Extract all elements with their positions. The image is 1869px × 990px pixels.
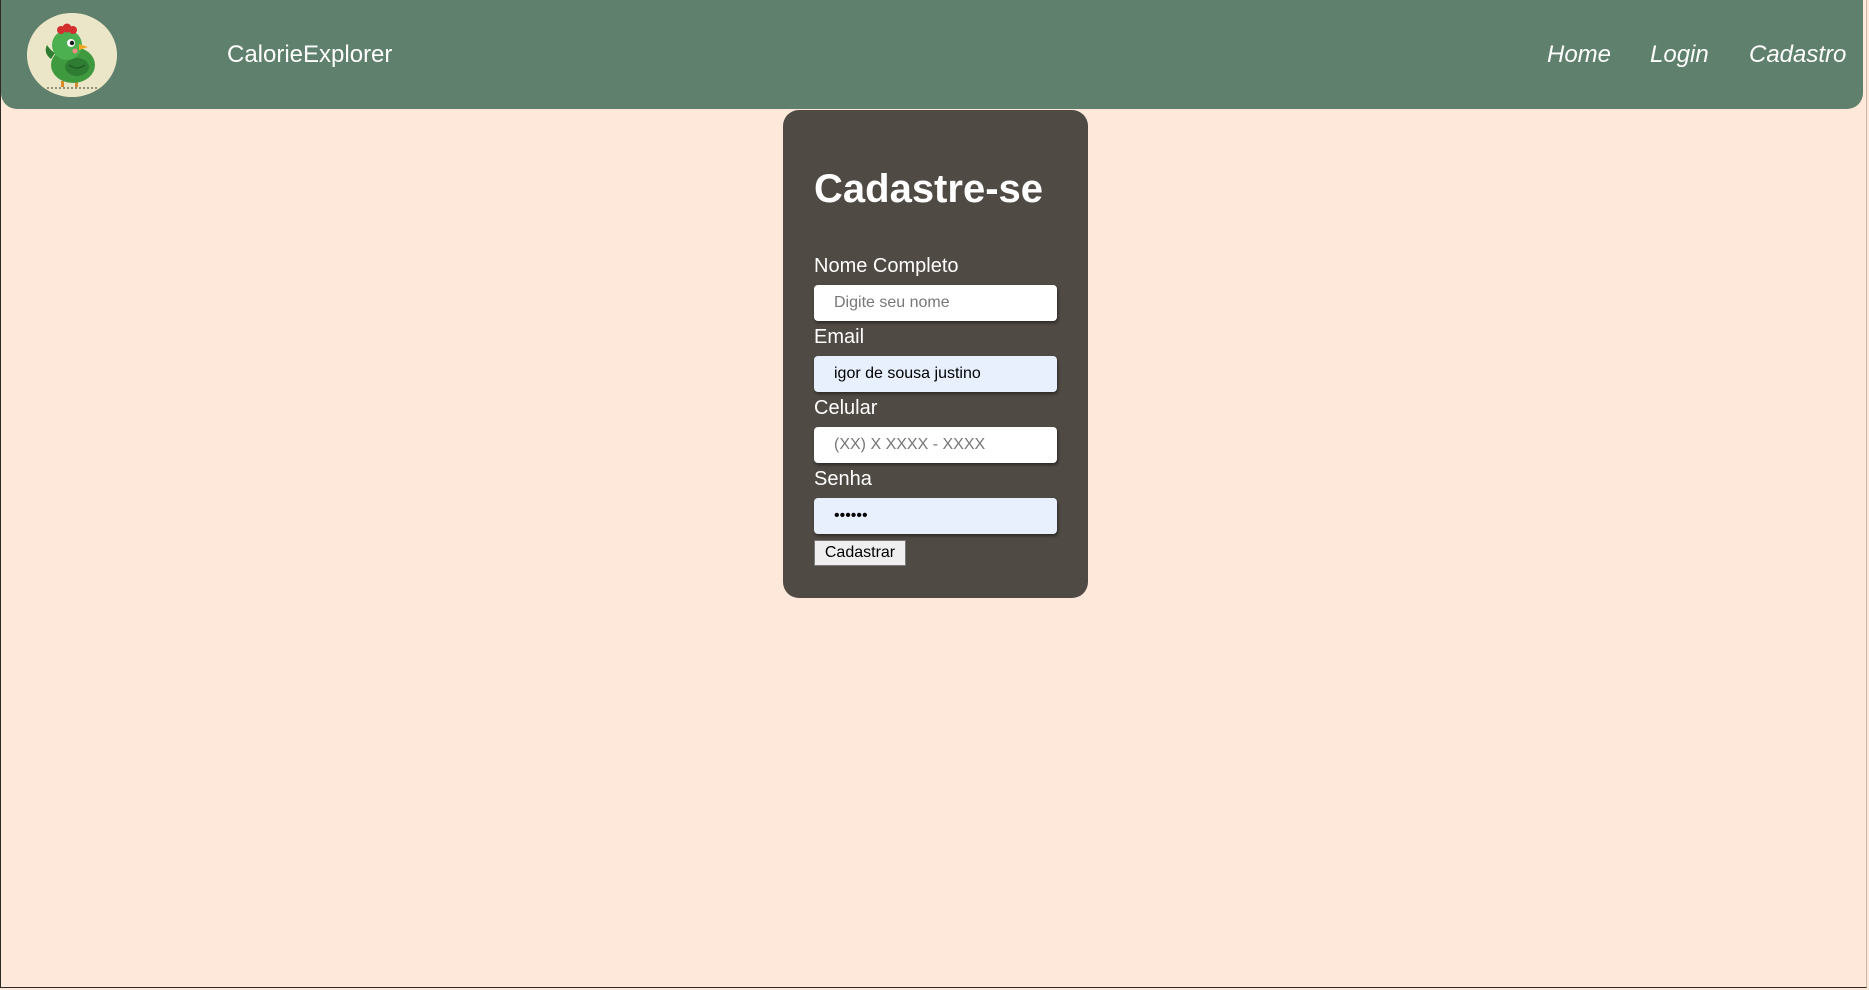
chicken-logo-icon[interactable]	[27, 13, 117, 97]
brand-title: CalorieExplorer	[227, 41, 393, 68]
nav-login-link[interactable]: Login	[1650, 41, 1709, 69]
password-input[interactable]	[814, 498, 1057, 534]
nav-cadastro-link[interactable]: Cadastro	[1749, 41, 1846, 69]
name-input[interactable]	[814, 285, 1057, 321]
phone-label: Celular	[814, 397, 878, 419]
name-label: Nome Completo	[814, 255, 959, 277]
email-input[interactable]	[814, 356, 1057, 392]
navbar: CalorieExplorer Home Login Cadastro	[1, 0, 1863, 109]
form-title: Cadastre-se	[814, 167, 1044, 211]
nav-home-link[interactable]: Home	[1547, 41, 1611, 69]
email-label: Email	[814, 326, 865, 348]
phone-input[interactable]	[814, 427, 1057, 463]
password-label: Senha	[814, 468, 872, 490]
cadastrar-button[interactable]: Cadastrar	[814, 540, 906, 566]
signup-form-card: Cadastre-se Nome Completo Email Celular …	[783, 110, 1088, 598]
